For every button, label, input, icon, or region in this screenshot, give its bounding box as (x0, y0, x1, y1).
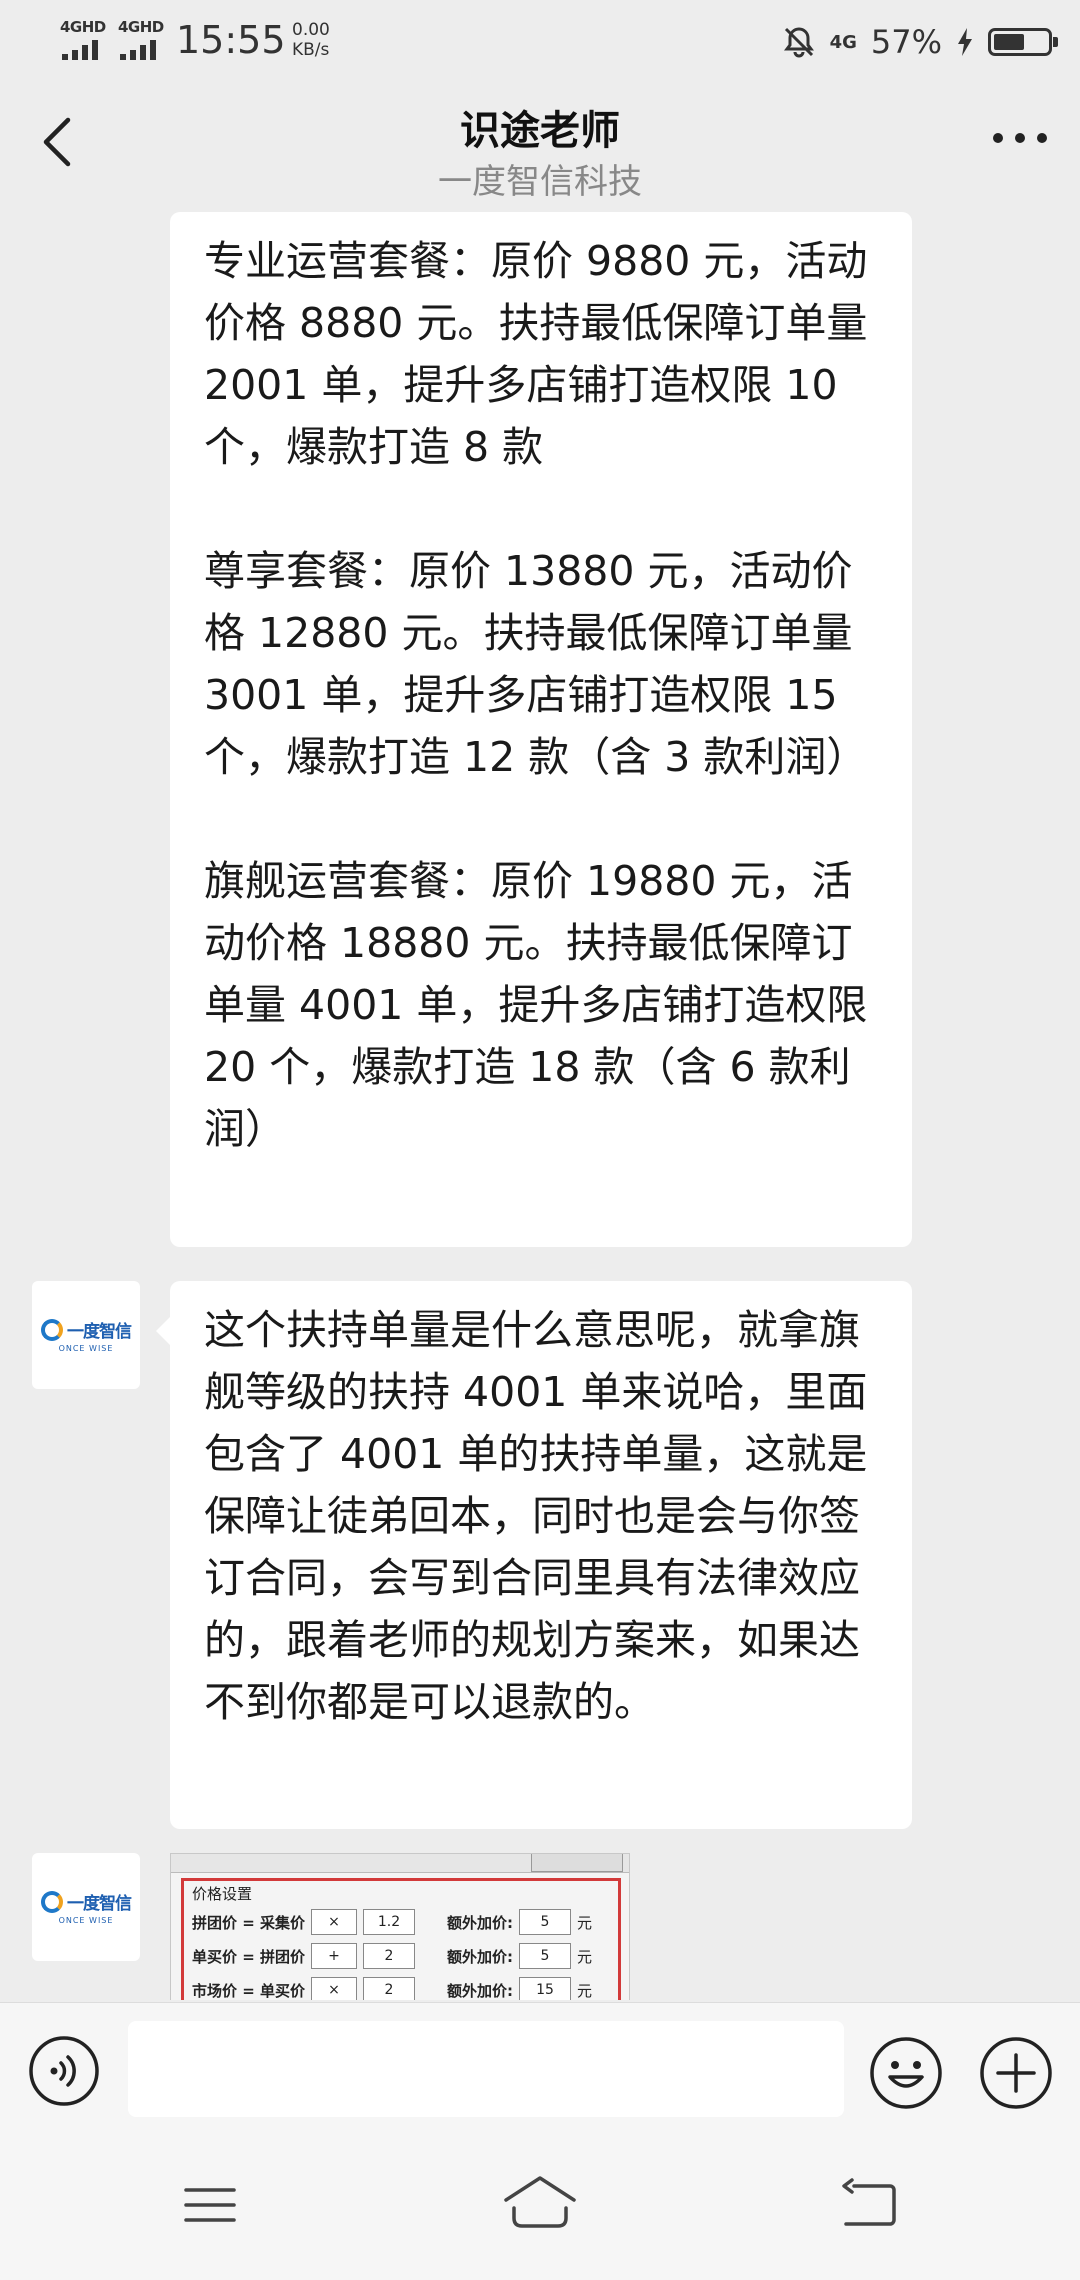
system-nav-bar (0, 2130, 1080, 2280)
explanation-text: 这个扶持单量是什么意思呢，就拿旗舰等级的扶持 4001 单来说哈，里面包含了 4… (204, 1306, 868, 1726)
image-message[interactable]: 价格设置 拼团价 = 采集价 × 1.2 额外加价: 5 元 单买价 = 拼团价… (170, 1853, 630, 2000)
chat-messages[interactable]: 专业运营套餐：原价 9880 元，活动价格 8880 元。扶持最低保障订单量 2… (0, 206, 1080, 2000)
clock: 15:55 (176, 18, 286, 62)
package-flagship: 旗舰运营套餐：原价 19880 元，活动价格 18880 元。扶持最低保障订单量… (204, 857, 868, 1153)
more-options-icon[interactable] (988, 118, 1052, 158)
network-type: 4GHD (118, 18, 164, 36)
price-settings-panel: 价格设置 拼团价 = 采集价 × 1.2 额外加价: 5 元 单买价 = 拼团价… (181, 1878, 621, 2000)
package-professional: 专业运营套餐：原价 9880 元，活动价格 8880 元。扶持最低保障订单量 2… (204, 237, 868, 471)
status-bar: 4GHD 4GHD 15:55 0.00 KB/s 4G 57% (0, 0, 1080, 86)
price-row: 拼团价 = 采集价 × 1.2 额外加价: 5 元 (192, 1905, 610, 1939)
add-attachment-icon[interactable] (978, 2035, 1054, 2111)
recent-apps-icon[interactable] (180, 2180, 240, 2230)
charging-icon (958, 28, 972, 56)
price-row: 单买价 = 拼团价 + 2 额外加价: 5 元 (192, 1939, 610, 1973)
chat-header: 识途老师 一度智信科技 (0, 86, 1080, 206)
back-nav-icon[interactable] (836, 2178, 900, 2232)
panel-title: 价格设置 (192, 1885, 253, 1903)
contact-company: 一度智信科技 (438, 162, 642, 202)
message-bubble[interactable]: 专业运营套餐：原价 9880 元，活动价格 8880 元。扶持最低保障订单量 2… (170, 212, 912, 1247)
signal-icon: 4GHD (118, 18, 166, 60)
voice-input-icon[interactable] (28, 2035, 100, 2107)
network-speed: 0.00 KB/s (292, 20, 330, 60)
company-logo-icon (41, 1318, 63, 1341)
status-right: 4G 57% (782, 20, 1058, 64)
price-row: 市场价 = 单买价 × 2 额外加价: 15 元 (192, 1973, 610, 2000)
message-input[interactable] (128, 2021, 844, 2117)
signal-icon: 4GHD (60, 18, 108, 60)
home-icon[interactable] (500, 2172, 580, 2232)
mute-bell-icon (783, 27, 814, 58)
avatar[interactable]: 一度智信 ONCE WISE (32, 1281, 140, 1389)
battery-percent: 57% (870, 23, 942, 61)
mobile-network: 4G (829, 31, 857, 53)
battery-icon (988, 28, 1058, 56)
avatar[interactable]: 一度智信 ONCE WISE (32, 1853, 140, 1961)
network-type: 4GHD (60, 18, 106, 36)
message-input-bar (0, 2002, 1080, 2130)
contact-name: 识途老师 (460, 108, 620, 154)
package-premium: 尊享套餐：原价 13880 元，活动价格 12880 元。扶持最低保障订单量 3… (204, 547, 868, 781)
emoji-icon[interactable] (868, 2035, 944, 2111)
message-bubble[interactable]: 这个扶持单量是什么意思呢，就拿旗舰等级的扶持 4001 单来说哈，里面包含了 4… (156, 1281, 912, 1829)
company-logo-icon (41, 1890, 63, 1913)
